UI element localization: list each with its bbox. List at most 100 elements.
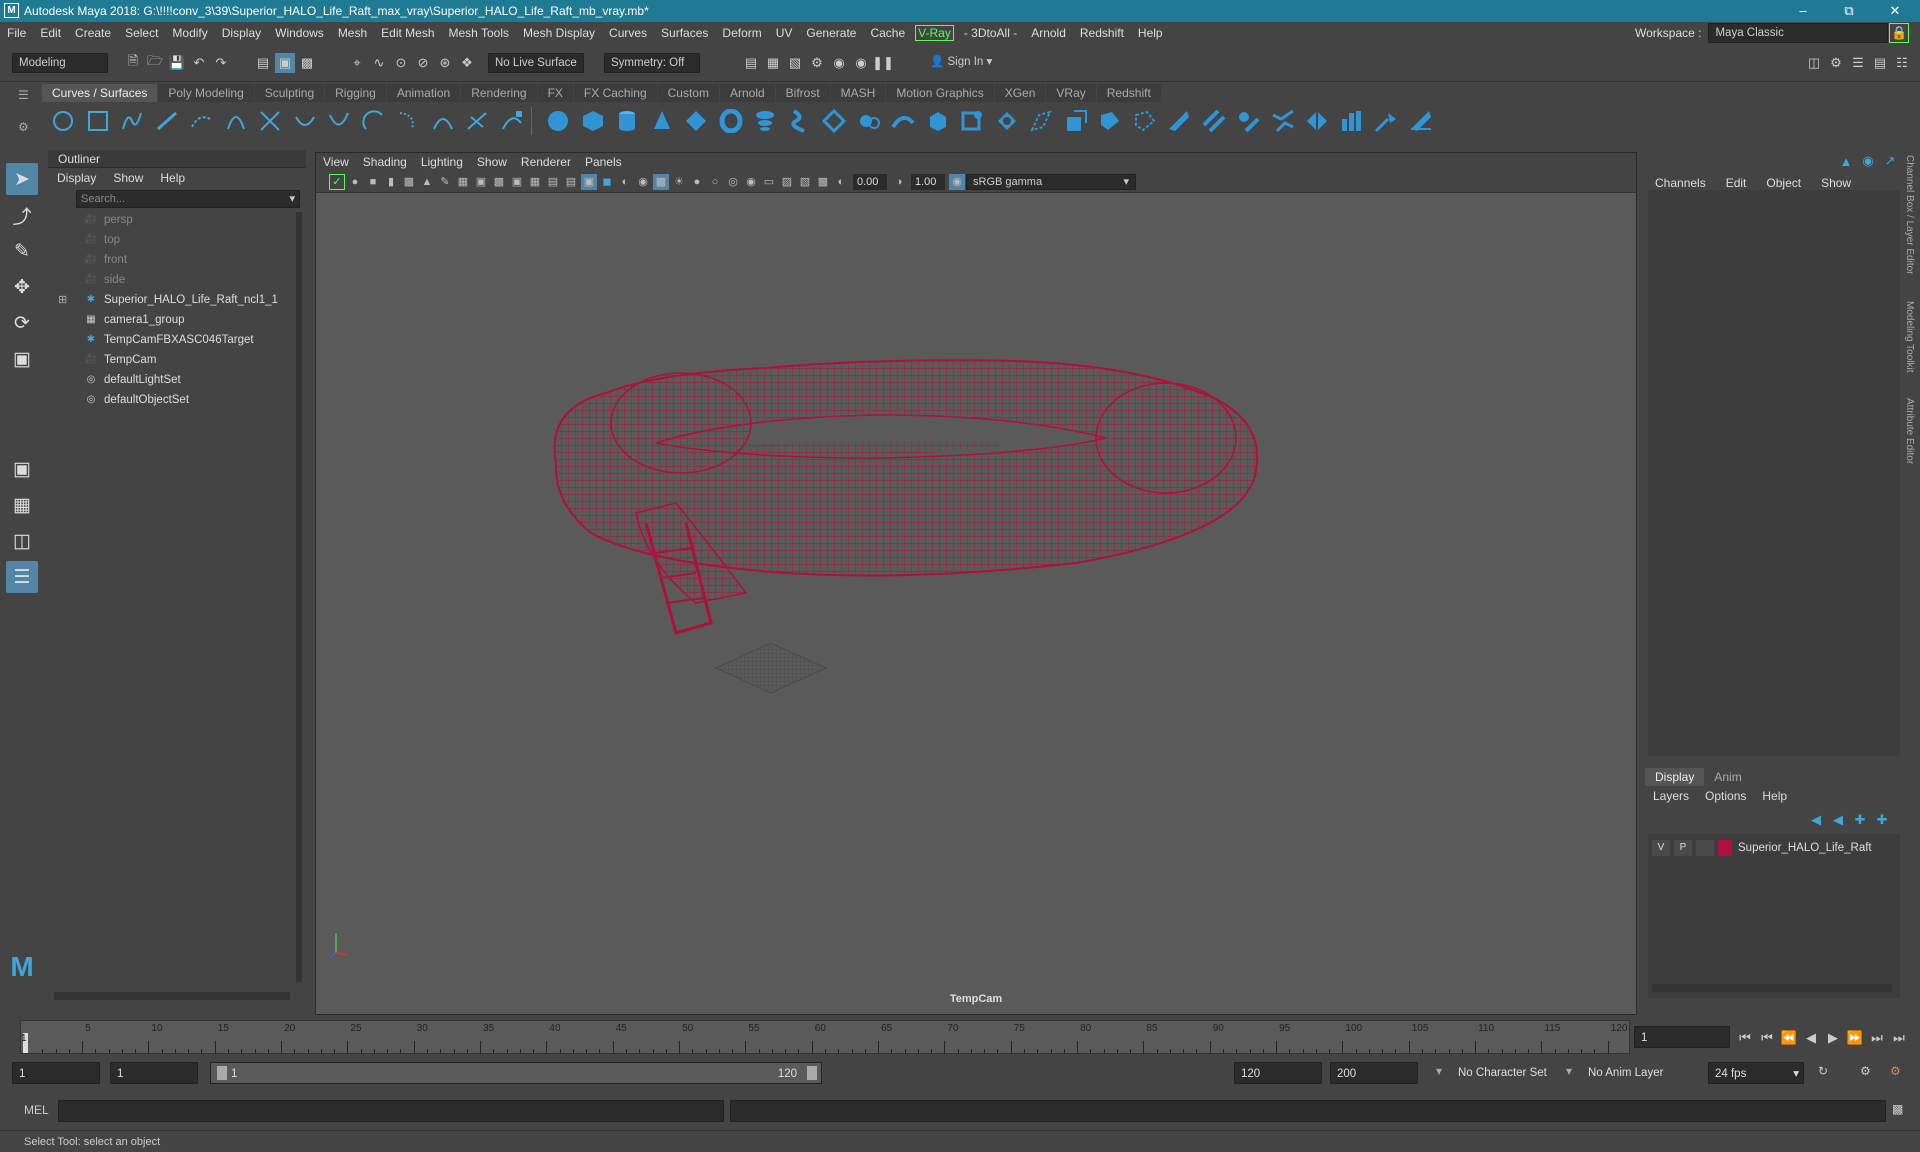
- add-points-icon[interactable]: [462, 106, 492, 136]
- menu-mesh[interactable]: Mesh: [331, 22, 374, 44]
- vray-stop-icon[interactable]: ❚❚: [872, 53, 894, 73]
- search-dropdown-icon[interactable]: ▾: [289, 191, 295, 207]
- viewport-scene[interactable]: [316, 193, 1636, 993]
- lock-camera-icon[interactable]: ●: [347, 174, 363, 190]
- view-transform-dropdown[interactable]: sRGB gamma ▾: [966, 173, 1136, 190]
- menu-generate[interactable]: Generate: [799, 22, 863, 44]
- film-gate-icon[interactable]: ▣: [473, 174, 489, 190]
- menu-select[interactable]: Select: [118, 22, 165, 44]
- channel-box-body[interactable]: [1648, 190, 1900, 756]
- nurbs-sphere-icon[interactable]: [543, 106, 573, 136]
- channel-box-icon-a[interactable]: ▲: [1836, 151, 1856, 171]
- attach-curves-icon[interactable]: [255, 106, 285, 136]
- outliner-item[interactable]: 🎥 persp: [48, 210, 306, 230]
- undo-icon[interactable]: ↶: [189, 53, 209, 73]
- go-to-start-icon[interactable]: ⏮: [1735, 1028, 1755, 1048]
- play-backward-icon[interactable]: ◀: [1801, 1028, 1821, 1048]
- live-surface-dropdown[interactable]: No Live Surface: [488, 52, 584, 73]
- shelf-tab-sculpting[interactable]: Sculpting: [254, 84, 325, 102]
- menu-mesh-display[interactable]: Mesh Display: [516, 22, 602, 44]
- scale-tool-icon[interactable]: ▣: [6, 343, 38, 375]
- xray-joints-icon[interactable]: ▧: [797, 174, 813, 190]
- nurbs-cylinder-icon[interactable]: [612, 106, 642, 136]
- 2d-pan-zoom-icon[interactable]: ▲: [419, 174, 435, 190]
- step-back-frame-icon[interactable]: ⏪: [1779, 1028, 1799, 1048]
- detach-curves-icon[interactable]: [290, 106, 320, 136]
- sculpt-geometry-icon[interactable]: [1371, 106, 1401, 136]
- bevel-icon[interactable]: [992, 106, 1022, 136]
- layer-visibility-toggle[interactable]: V: [1652, 840, 1670, 856]
- safe-title-icon[interactable]: ▤: [563, 174, 579, 190]
- new-scene-icon[interactable]: 🗎: [123, 53, 143, 73]
- channel-box-icon-c[interactable]: ↗: [1880, 151, 1900, 171]
- single-perspective-layout-icon[interactable]: ▣: [6, 453, 38, 485]
- outliner-layout-icon[interactable]: ◫: [6, 525, 38, 557]
- shelf-tab-vray[interactable]: VRay: [1046, 84, 1096, 102]
- lasso-tool-icon[interactable]: ⤴: [6, 199, 38, 231]
- move-tool-icon[interactable]: ✥: [6, 271, 38, 303]
- outliner-item[interactable]: 🎥 top: [48, 230, 306, 250]
- arc-tool-icon[interactable]: [221, 106, 251, 136]
- menu-vray[interactable]: V-Ray: [915, 25, 954, 41]
- layer-menu-help[interactable]: Help: [1762, 786, 1787, 806]
- insert-isoparm-icon[interactable]: [1199, 106, 1229, 136]
- render-view-icon[interactable]: ▤: [741, 53, 761, 73]
- layer-playback-toggle[interactable]: P: [1674, 840, 1692, 856]
- outliner-item[interactable]: 🎥 front: [48, 250, 306, 270]
- menu-arnold[interactable]: Arnold: [1024, 22, 1073, 44]
- menu-uv[interactable]: UV: [769, 22, 800, 44]
- outliner-item[interactable]: ▦ camera1_group: [48, 310, 306, 330]
- textured-icon[interactable]: ◉: [635, 174, 651, 190]
- expand-icon[interactable]: ⊞: [58, 290, 67, 310]
- channel-box-icon[interactable]: ▤: [1870, 53, 1890, 73]
- outliner-item[interactable]: 🎥 TempCam: [48, 350, 306, 370]
- safe-action-icon[interactable]: ▤: [545, 174, 561, 190]
- step-forward-key-icon[interactable]: ⏭: [1867, 1028, 1887, 1048]
- tool-settings-icon[interactable]: ☰: [1848, 53, 1868, 73]
- isolate-select-icon[interactable]: ▭: [761, 174, 777, 190]
- start-time-field[interactable]: 1: [12, 1062, 100, 1084]
- menu-edit[interactable]: Edit: [33, 22, 68, 44]
- shelf-tab-rigging[interactable]: Rigging: [325, 84, 386, 102]
- save-scene-icon[interactable]: 💾: [167, 53, 187, 73]
- detach-surfaces-icon[interactable]: [1268, 106, 1298, 136]
- vp-menu-renderer[interactable]: Renderer: [521, 153, 571, 171]
- outliner-menu-help[interactable]: Help: [160, 169, 185, 187]
- range-handle-end-icon[interactable]: [807, 1066, 817, 1080]
- workspace-dropdown[interactable]: Maya Classic: [1708, 23, 1889, 43]
- select-component-icon[interactable]: ▩: [297, 53, 317, 73]
- auto-key-icon[interactable]: ⚙: [1860, 1064, 1871, 1078]
- step-forward-frame-icon[interactable]: ⏩: [1845, 1028, 1865, 1048]
- side-tab-channel-box[interactable]: Channel Box / Layer Editor: [1904, 155, 1915, 275]
- cmd-language-label[interactable]: MEL: [24, 1103, 49, 1117]
- modeling-toolkit-icon[interactable]: ◫: [1804, 53, 1824, 73]
- open-close-icon[interactable]: [1337, 106, 1367, 136]
- select-camera-icon[interactable]: ✓: [329, 173, 345, 190]
- outliner-search-input[interactable]: Search... ▾: [76, 190, 300, 208]
- ambient-occlusion-icon[interactable]: ●: [689, 174, 705, 190]
- shelf-tab-rendering[interactable]: Rendering: [461, 84, 537, 102]
- trim-icon[interactable]: [1095, 106, 1125, 136]
- wireframe-icon[interactable]: ▣: [581, 173, 597, 190]
- extend-surface-icon[interactable]: [1164, 106, 1194, 136]
- menu-curves[interactable]: Curves: [602, 22, 654, 44]
- go-to-end-icon[interactable]: ⏭: [1889, 1028, 1909, 1048]
- four-view-layout-icon[interactable]: ▦: [6, 489, 38, 521]
- image-plane-icon[interactable]: ▩: [401, 174, 417, 190]
- attach-surfaces-icon[interactable]: [1233, 106, 1263, 136]
- bezier-curve-icon[interactable]: [497, 106, 527, 136]
- layer-hscrollbar[interactable]: [1652, 984, 1892, 992]
- new-layer-selected-icon[interactable]: ✚: [1872, 810, 1892, 830]
- menu-deform[interactable]: Deform: [715, 22, 768, 44]
- extend-curve-icon[interactable]: [359, 106, 389, 136]
- shelf-tab-arnold[interactable]: Arnold: [719, 84, 775, 102]
- cv-curve-icon[interactable]: [117, 106, 147, 136]
- loop-icon[interactable]: ↻: [1818, 1064, 1828, 1078]
- playback-start-field[interactable]: 1: [110, 1062, 198, 1084]
- current-time-field[interactable]: 1: [1634, 1026, 1730, 1048]
- ep-curve-icon[interactable]: [152, 106, 182, 136]
- layer-type-toggle[interactable]: [1696, 840, 1714, 856]
- loft-icon[interactable]: [785, 106, 815, 136]
- symmetry-dropdown[interactable]: Symmetry: Off: [604, 52, 700, 73]
- script-editor-icon[interactable]: ▩: [1892, 1102, 1903, 1116]
